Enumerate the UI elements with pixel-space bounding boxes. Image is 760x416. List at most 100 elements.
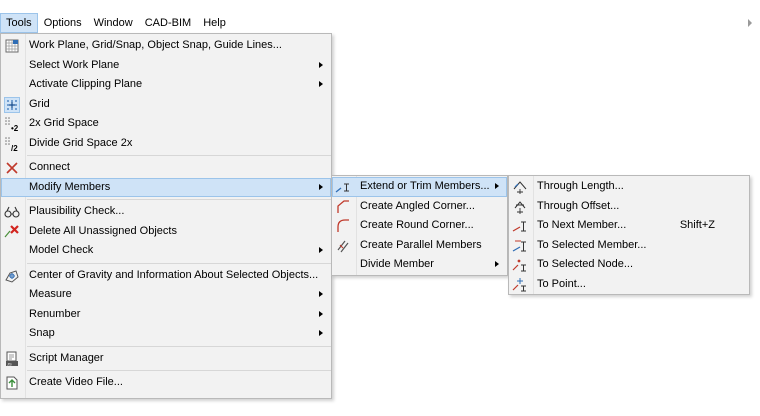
submenu-arrow-icon [319, 330, 323, 336]
menu-item-label: Extend or Trim Members... [360, 180, 490, 192]
menu-item-to-next-member[interactable]: To Next Member... Shift+Z [509, 216, 749, 236]
extend-trim-icon [335, 179, 351, 195]
to-point-icon [512, 277, 528, 293]
angled-corner-icon [335, 199, 351, 215]
menu-item-plausibility-check[interactable]: Plausibility Check... [1, 202, 331, 222]
menu-item-to-selected-member[interactable]: To Selected Member... [509, 236, 749, 256]
menu-window[interactable]: Window [88, 13, 139, 33]
menu-separator [27, 262, 331, 264]
menu-item-label: Create Parallel Members [360, 238, 482, 251]
menu-item-measure[interactable]: Measure [1, 285, 331, 305]
menu-item-label: Create Angled Corner... [360, 199, 475, 212]
submenu-arrow-icon [319, 310, 323, 317]
menu-item-through-offset[interactable]: Through Offset... [509, 197, 749, 217]
menu-item-renumber[interactable]: Renumber [1, 305, 331, 325]
tools-dropdown: Work Plane, Grid/Snap, Object Snap, Guid… [0, 33, 332, 399]
menu-options[interactable]: Options [38, 13, 88, 33]
menu-tools[interactable]: Tools [0, 13, 38, 33]
menu-item-label: Measure [29, 288, 72, 300]
svg-text:/2: /2 [11, 144, 18, 152]
menu-item-grid-space-2x[interactable]: •2 2x Grid Space [1, 114, 331, 134]
parallel-members-icon [335, 238, 351, 254]
menu-item-label: To Selected Node... [537, 258, 634, 270]
menu-item-label: Center of Gravity and Information About … [29, 268, 319, 281]
grid-space-2x-icon: •2 [4, 116, 20, 132]
menu-item-label: Script Manager [29, 351, 104, 364]
menu-item-label: Divide Grid Space 2x [29, 136, 133, 149]
script-manager-icon: JS [4, 351, 20, 367]
menu-item-to-point[interactable]: To Point... [509, 275, 749, 295]
menu-item-label: Snap [29, 327, 55, 339]
to-selected-node-icon [512, 257, 528, 273]
submenu-arrow-icon [319, 81, 323, 87]
menu-item-label: Through Offset... [537, 199, 620, 212]
svg-text:•2: •2 [11, 124, 19, 132]
menu-item-select-work-plane[interactable]: Select Work Plane [1, 56, 331, 76]
round-corner-icon [335, 218, 351, 234]
menu-item-label: Activate Clipping Plane [29, 78, 143, 90]
menu-item-label: Delete All Unassigned Objects [29, 224, 177, 237]
menu-item-model-check[interactable]: Model Check [1, 241, 331, 261]
submenu-arrow-icon [319, 61, 323, 68]
menu-bar: Tools Options Window CAD-BIM Help [0, 13, 760, 33]
menu-item-label: To Selected Member... [537, 238, 647, 251]
menu-item-label: Modify Members [29, 180, 111, 193]
grid-icon [4, 96, 20, 113]
menu-item-create-video[interactable]: Create Video File... [1, 373, 331, 393]
plausibility-check-icon [4, 204, 20, 220]
submenu-arrow-icon [319, 291, 323, 297]
extend-trim-submenu: Through Length... Through Offset... To N… [508, 175, 750, 295]
menu-item-label: Create Video File... [29, 376, 123, 388]
svg-text:JS: JS [7, 361, 12, 366]
menu-item-delete-unassigned[interactable]: Delete All Unassigned Objects [1, 222, 331, 242]
menu-item-label: Model Check [29, 244, 94, 256]
submenu-arrow-icon [495, 183, 499, 189]
menu-cad-bim[interactable]: CAD-BIM [139, 13, 197, 33]
menu-item-to-selected-node[interactable]: To Selected Node... [509, 255, 749, 275]
menu-item-label: 2x Grid Space [29, 117, 99, 129]
menu-item-angled-corner[interactable]: Create Angled Corner... [332, 197, 507, 217]
menu-item-extend-trim[interactable]: Extend or Trim Members... [332, 177, 507, 197]
menu-item-label: Through Length... [537, 180, 624, 192]
menu-item-script-manager[interactable]: JS Script Manager [1, 349, 331, 369]
menu-item-through-length[interactable]: Through Length... [509, 177, 749, 197]
shortcut-label: Shift+Z [679, 219, 715, 231]
menu-item-label: To Point... [537, 277, 586, 290]
menu-item-label: Work Plane, Grid/Snap, Object Snap, Guid… [29, 39, 282, 51]
menu-item-divide-member[interactable]: Divide Member [332, 255, 507, 275]
menu-item-parallel-members[interactable]: Create Parallel Members [332, 236, 507, 256]
menu-item-label: Connect [29, 161, 70, 173]
through-offset-icon [512, 199, 528, 215]
menu-item-divide-grid-space[interactable]: /2 Divide Grid Space 2x [1, 134, 331, 154]
menu-help[interactable]: Help [197, 13, 232, 33]
submenu-arrow-icon [495, 261, 499, 267]
menu-item-grid[interactable]: Grid [1, 95, 331, 115]
menu-item-label: Select Work Plane [29, 58, 120, 71]
menu-item-center-of-gravity[interactable]: Center of Gravity and Information About … [1, 266, 331, 286]
delete-unassigned-icon [4, 224, 20, 240]
menu-item-work-plane[interactable]: Work Plane, Grid/Snap, Object Snap, Guid… [1, 36, 331, 56]
submenu-arrow-icon [319, 183, 323, 190]
menu-item-activate-clipping-plane[interactable]: Activate Clipping Plane [1, 75, 331, 95]
menu-item-modify-members[interactable]: Modify Members [1, 177, 331, 197]
menu-item-snap[interactable]: Snap [1, 324, 331, 344]
center-of-gravity-icon [4, 268, 20, 284]
menu-item-label: Grid [29, 97, 50, 110]
menu-item-label: Divide Member [360, 258, 434, 270]
to-selected-member-icon [512, 238, 528, 254]
modify-members-submenu: Extend or Trim Members... Create Angled … [331, 175, 508, 276]
menu-item-label: Renumber [29, 307, 81, 320]
submenu-arrow-icon [319, 247, 323, 253]
to-next-member-icon [512, 218, 528, 234]
menu-item-label: Create Round Corner... [360, 219, 474, 231]
menu-separator [27, 345, 331, 347]
menu-separator [27, 370, 331, 371]
menubar-overflow-arrow-icon[interactable] [748, 19, 752, 27]
menu-item-round-corner[interactable]: Create Round Corner... [332, 216, 507, 236]
menu-separator [27, 199, 331, 200]
divide-grid-space-icon: /2 [4, 136, 20, 152]
menu-separator [27, 155, 331, 156]
create-video-icon [4, 375, 20, 391]
menu-item-label: To Next Member... [537, 219, 627, 231]
menu-item-connect[interactable]: Connect [1, 158, 331, 178]
